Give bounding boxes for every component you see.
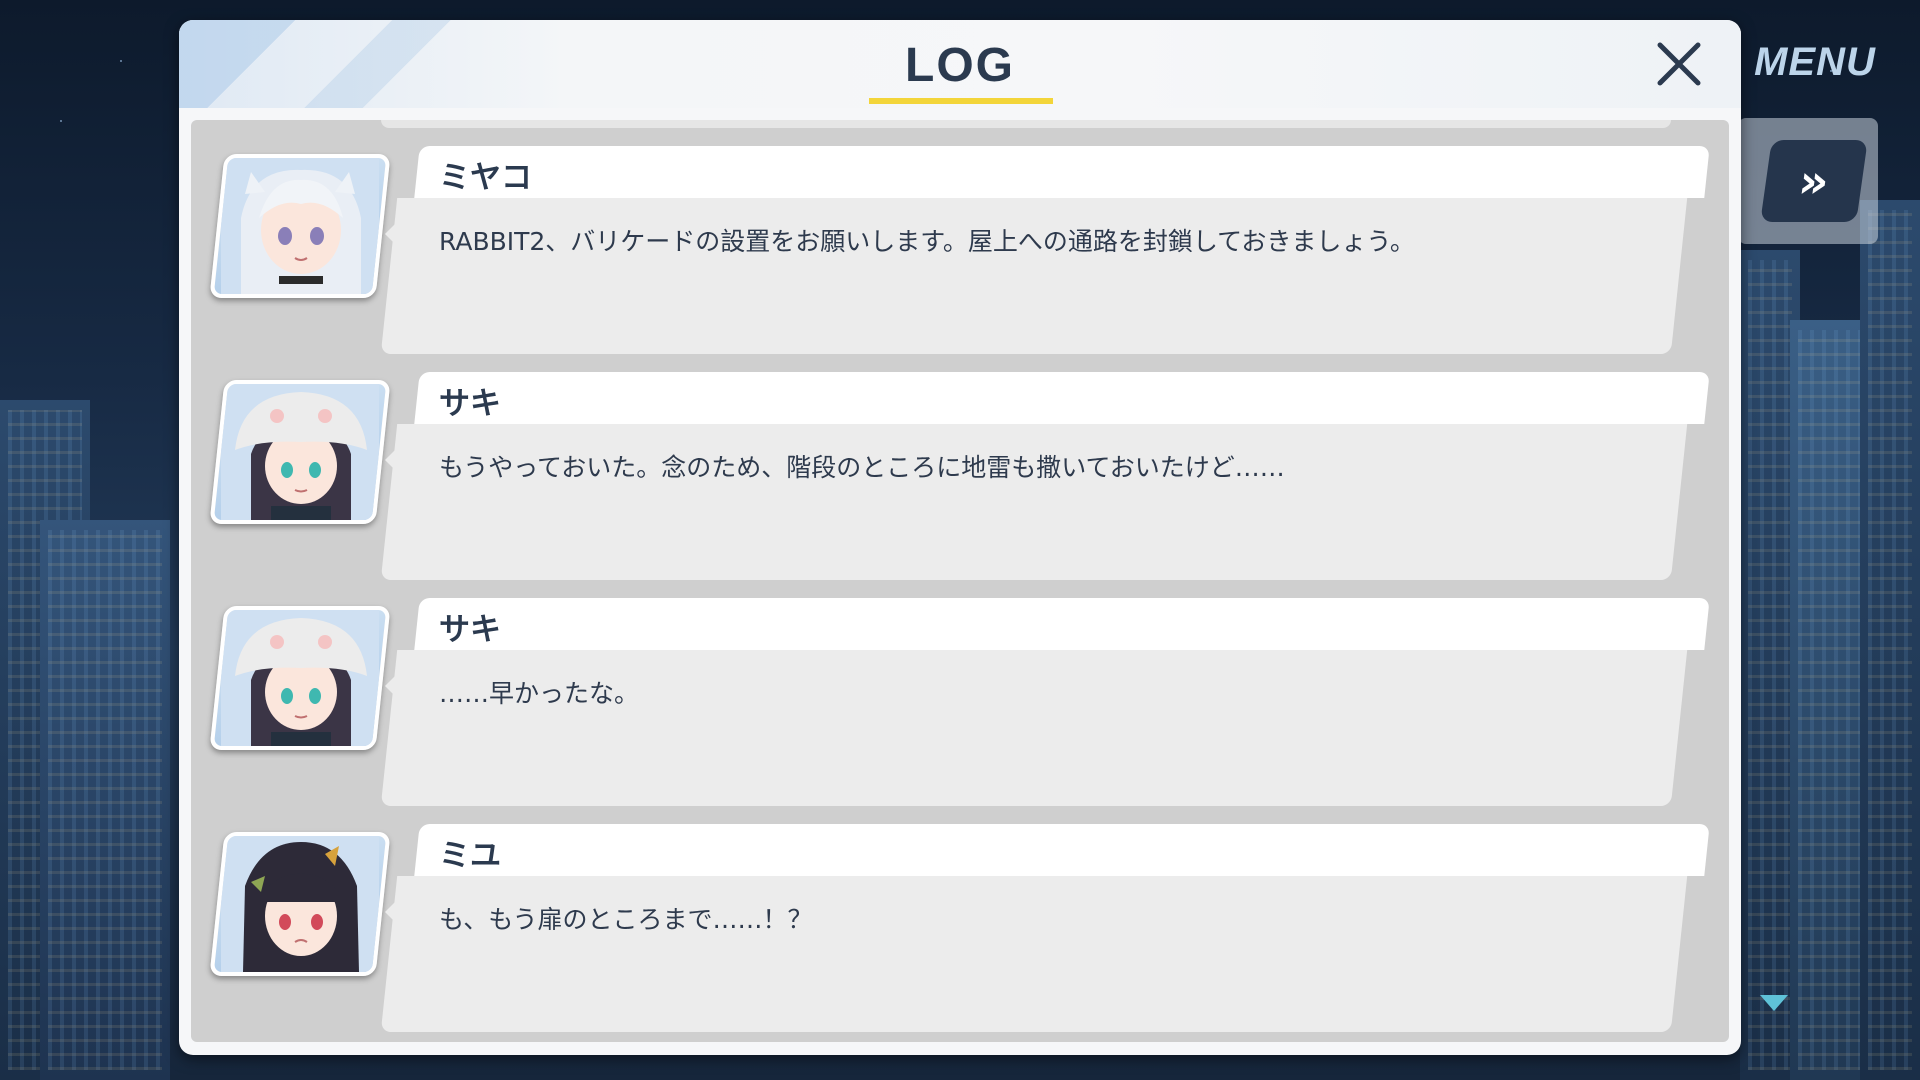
close-icon	[1657, 42, 1701, 86]
dialogue-text: もうやっておいた。念のため、階段のところに地雷も撒いておいたけど……	[439, 453, 1285, 482]
log-entry: サキ ……早かったな。	[191, 598, 1729, 818]
fast-forward-button[interactable]: »	[1760, 140, 1868, 222]
bubble-pointer	[385, 446, 399, 474]
previous-entry-edge	[381, 120, 1671, 128]
name-bubble	[414, 146, 1710, 198]
scroll-down-icon[interactable]	[1760, 995, 1788, 1011]
log-window: LOG ミヤコ RABBIT2、バリケードの設置をお願いします。屋上への通路を封…	[179, 20, 1741, 1055]
name-bubble	[414, 598, 1710, 650]
speaker-name: サキ	[439, 386, 501, 422]
title-underline	[869, 98, 1053, 104]
dialogue-text: RABBIT2、バリケードの設置をお願いします。屋上への通路を封鎖しておきましょ…	[439, 227, 1415, 256]
bubble-pointer	[385, 898, 399, 926]
log-list[interactable]: ミヤコ RABBIT2、バリケードの設置をお願いします。屋上への通路を封鎖してお…	[191, 120, 1729, 1042]
log-entry: ミヤコ RABBIT2、バリケードの設置をお願いします。屋上への通路を封鎖してお…	[191, 146, 1729, 366]
bubble-pointer	[385, 672, 399, 700]
avatar	[209, 832, 391, 976]
speaker-name: ミヤコ	[439, 160, 532, 196]
avatar	[209, 606, 391, 750]
log-header: LOG	[179, 20, 1741, 108]
speaker-name: サキ	[439, 612, 501, 648]
name-bubble	[414, 824, 1710, 876]
log-entry: ミユ も、もう扉のところまで……！？	[191, 824, 1729, 1042]
name-bubble	[414, 372, 1710, 424]
log-title: LOG	[905, 39, 1015, 92]
close-button[interactable]	[1649, 34, 1709, 94]
fast-forward-icon: »	[1795, 154, 1833, 208]
avatar	[209, 154, 391, 298]
dialogue-text: も、もう扉のところまで……！？	[439, 905, 813, 934]
speaker-name: ミユ	[439, 838, 501, 874]
menu-button[interactable]: MENU	[1740, 32, 1890, 92]
bubble-pointer	[385, 220, 399, 248]
dialogue-text: ……早かったな。	[439, 679, 640, 708]
log-entry: サキ もうやっておいた。念のため、階段のところに地雷も撒いておいたけど……	[191, 372, 1729, 592]
avatar	[209, 380, 391, 524]
